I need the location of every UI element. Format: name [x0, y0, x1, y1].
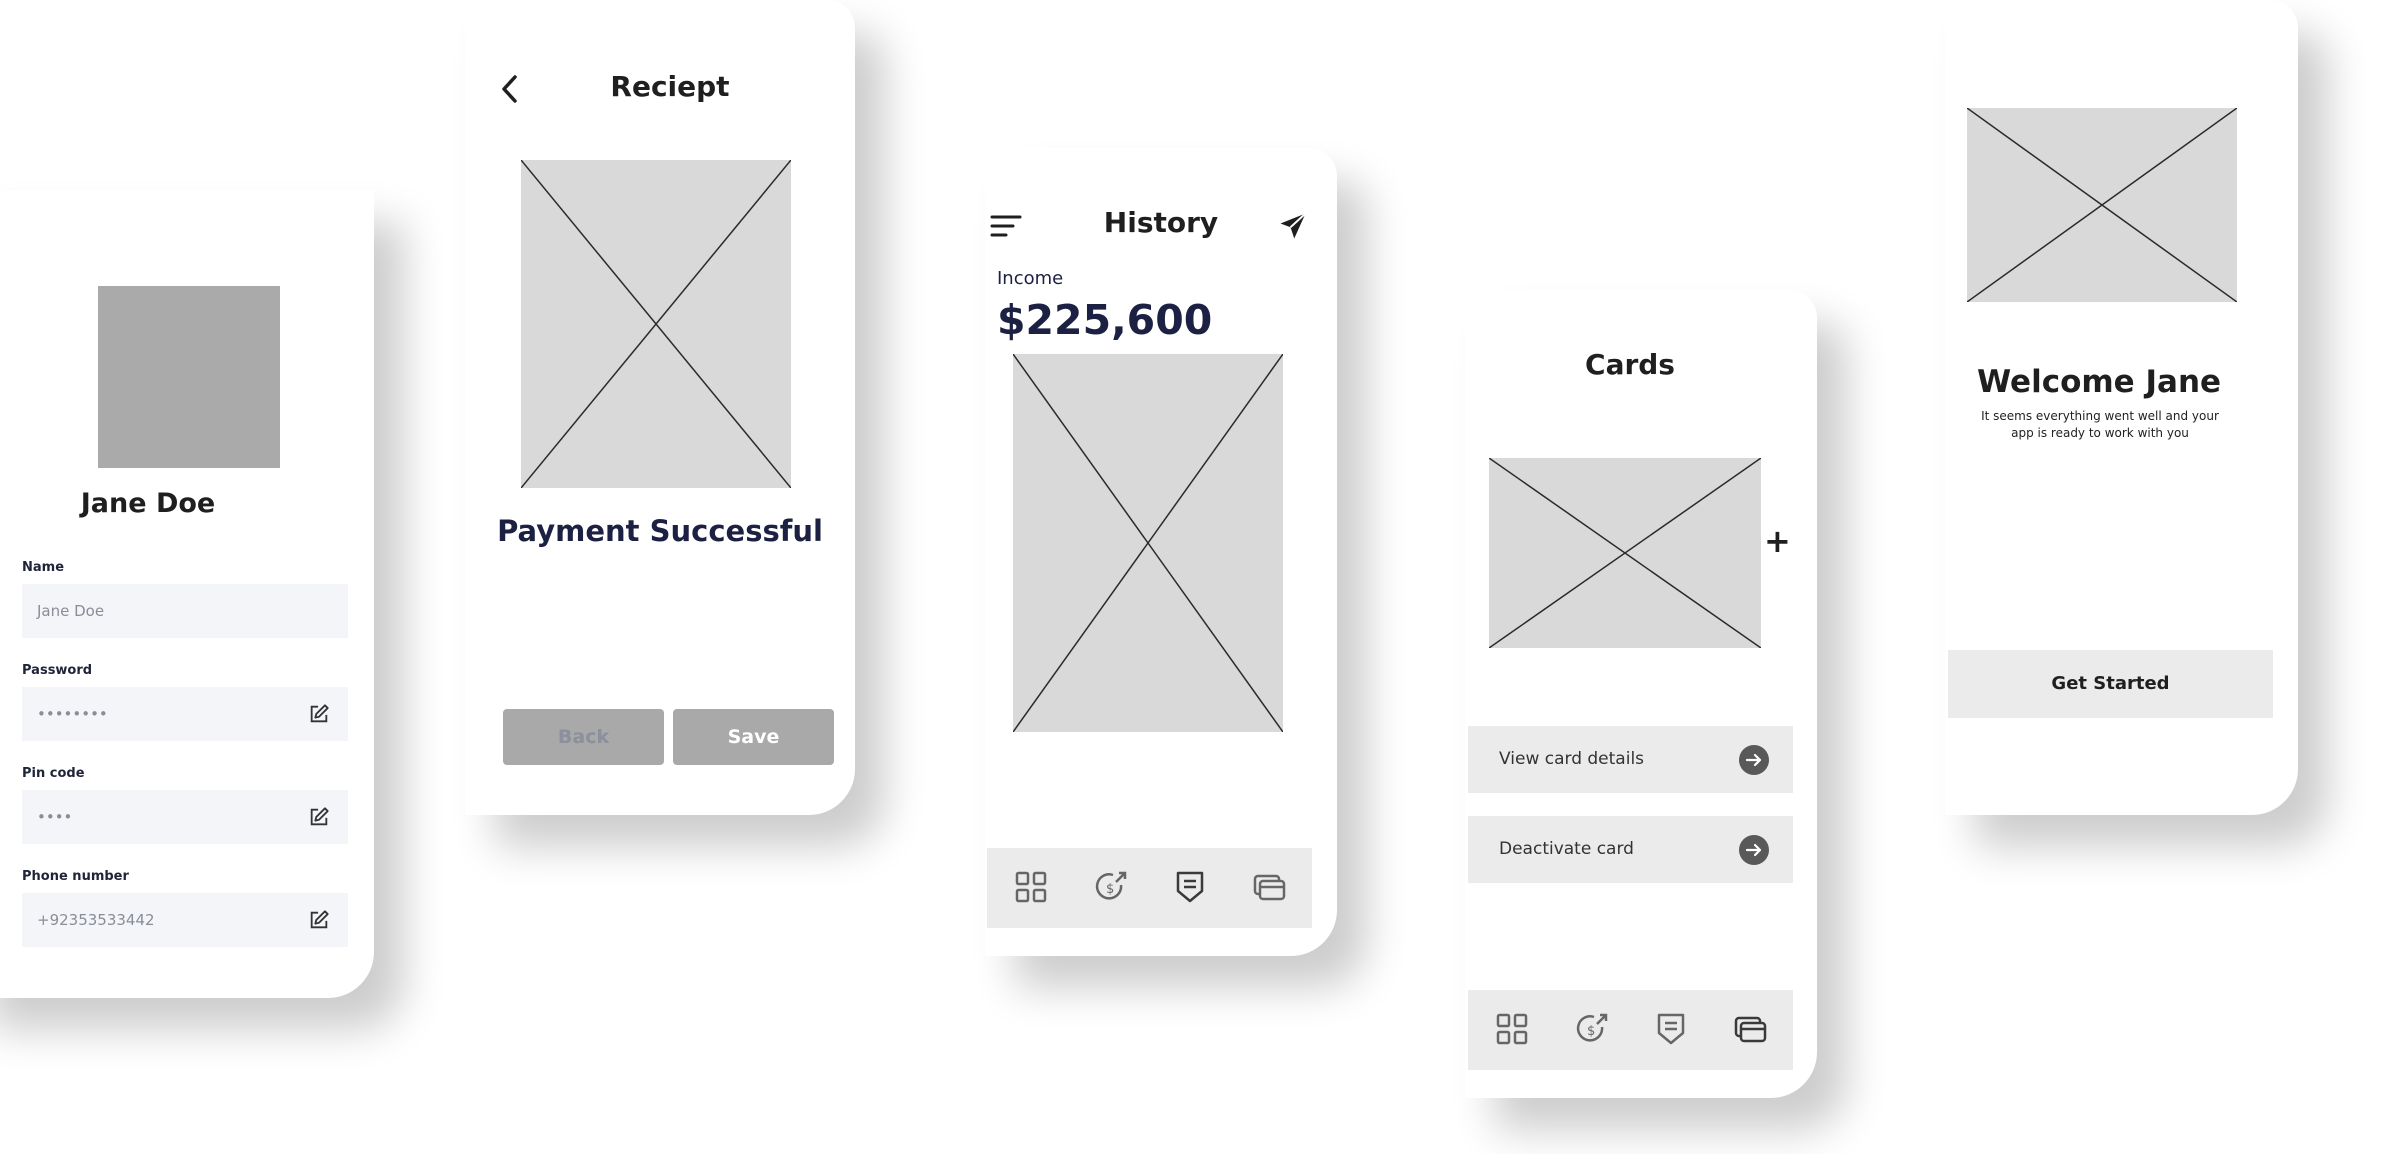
pin-code-label: Pin code: [22, 766, 85, 781]
phone-number-value: +92353533442: [37, 911, 155, 929]
password-field[interactable]: ••••••••: [22, 687, 348, 741]
grid-icon[interactable]: [1495, 1012, 1529, 1046]
income-amount: $225,600: [997, 296, 1213, 344]
receipt-icon[interactable]: [1173, 870, 1207, 904]
welcome-title: Welcome Jane: [1976, 364, 2222, 400]
page-title: Reciept: [610, 70, 730, 103]
money-transfer-icon[interactable]: $: [1575, 1012, 1609, 1046]
deactivate-card-button[interactable]: Deactivate card: [1468, 816, 1793, 883]
send-icon[interactable]: [1278, 211, 1308, 241]
history-chart-placeholder: [1013, 354, 1283, 732]
arrow-right-icon: [1739, 835, 1769, 865]
phone-number-label: Phone number: [22, 869, 129, 884]
receipt-screen: Reciept Payment Successful Back Save: [465, 0, 855, 815]
profile-name: Jane Doe: [80, 488, 216, 519]
profile-screen: Jane Doe Name Jane Doe Password ••••••••…: [0, 190, 374, 998]
bottom-tab-bar: $: [987, 848, 1312, 928]
svg-text:$: $: [1106, 882, 1114, 897]
edit-icon[interactable]: [308, 909, 330, 931]
receipt-icon[interactable]: [1654, 1012, 1688, 1046]
password-label: Password: [22, 663, 93, 678]
name-value: Jane Doe: [37, 602, 105, 620]
pin-code-field[interactable]: ••••: [22, 790, 348, 844]
avatar: [98, 286, 280, 468]
receipt-image-placeholder: [521, 160, 791, 488]
phone-number-field[interactable]: +92353533442: [22, 893, 348, 947]
get-started-button[interactable]: Get Started: [1948, 650, 2273, 718]
name-label: Name: [22, 560, 65, 575]
arrow-right-icon: [1739, 745, 1769, 775]
welcome-screen: Welcome Jane It seems everything went we…: [1945, 0, 2298, 815]
cards-screen: Cards + View card details Deactivate car…: [1465, 290, 1817, 1098]
payment-status: Payment Successful: [497, 514, 823, 548]
name-field[interactable]: Jane Doe: [22, 584, 348, 638]
svg-text:$: $: [1587, 1024, 1595, 1039]
card-image-placeholder: [1489, 458, 1761, 648]
save-button[interactable]: Save: [673, 709, 834, 765]
add-card-button[interactable]: +: [1764, 522, 1791, 560]
money-transfer-icon[interactable]: $: [1094, 870, 1128, 904]
edit-icon[interactable]: [308, 703, 330, 725]
income-label: Income: [997, 268, 1064, 289]
pin-code-value: ••••: [37, 808, 73, 826]
edit-icon[interactable]: [308, 806, 330, 828]
password-value: ••••••••: [37, 705, 108, 723]
welcome-subtitle: It seems everything went well and your a…: [1981, 409, 2219, 440]
page-title: Cards: [1585, 348, 1675, 381]
cards-icon[interactable]: [1733, 1012, 1767, 1046]
view-card-details-label: View card details: [1499, 749, 1645, 769]
back-button[interactable]: Back: [503, 709, 664, 765]
view-card-details-button[interactable]: View card details: [1468, 726, 1793, 793]
bottom-tab-bar: $: [1468, 990, 1793, 1070]
history-screen: History Income $225,600 $: [985, 148, 1337, 956]
cards-icon[interactable]: [1252, 870, 1286, 904]
grid-icon[interactable]: [1014, 870, 1048, 904]
deactivate-card-label: Deactivate card: [1499, 839, 1634, 859]
welcome-image-placeholder: [1967, 108, 2237, 302]
